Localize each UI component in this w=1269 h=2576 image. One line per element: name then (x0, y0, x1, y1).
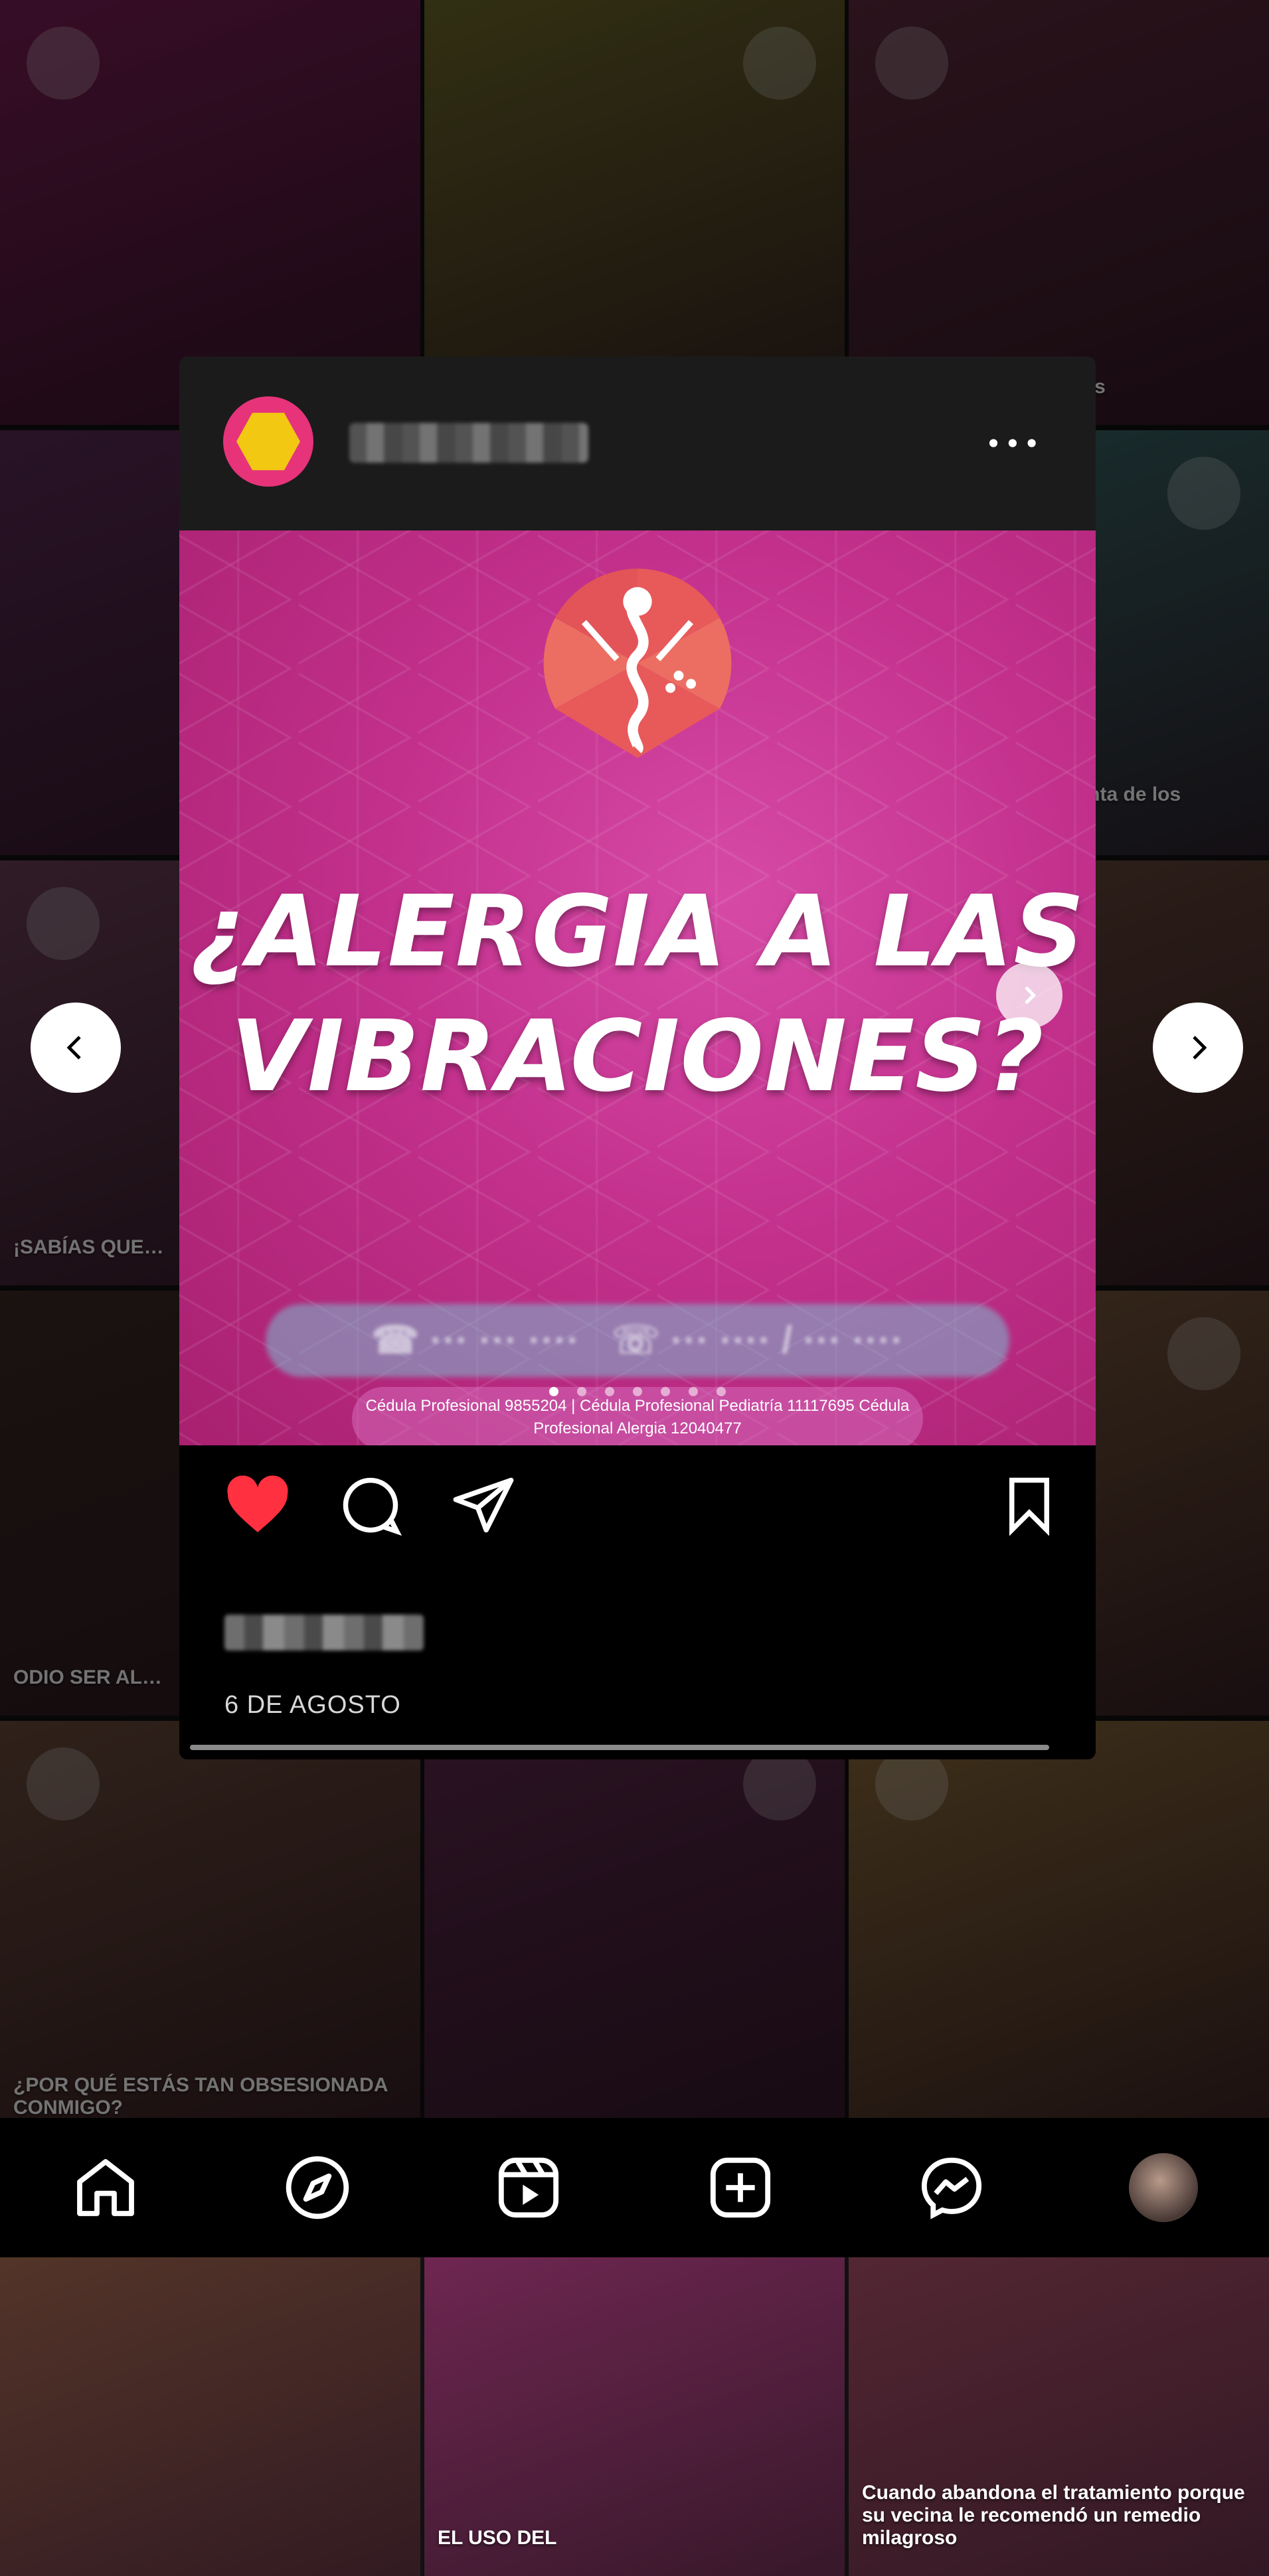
comment-button[interactable] (336, 1471, 405, 1540)
heart-icon (227, 1475, 288, 1532)
carousel-dot (605, 1387, 614, 1396)
chevron-left-icon (66, 1036, 81, 1060)
carousel-indicator (179, 1387, 1096, 1400)
reels-icon (499, 2157, 559, 2218)
post-actions (179, 1445, 1096, 1538)
save-button[interactable] (995, 1471, 1064, 1540)
contact-numbers-blurred: ☎ ··· ··· ···· ☏ ··· ···· / ··· ···· (371, 1319, 904, 1362)
account-username-blurred[interactable] (349, 423, 588, 463)
clinic-logo (543, 568, 732, 758)
carousel-dot (717, 1387, 726, 1396)
post-headline: ¿ALERGIA A LAS VIBRACIONES? (190, 874, 1085, 1113)
next-post-button[interactable] (1153, 1003, 1243, 1093)
carousel-dot (577, 1387, 586, 1396)
post-header: ••• (179, 357, 1096, 530)
nav-messenger[interactable] (915, 2151, 988, 2224)
share-button[interactable] (449, 1471, 518, 1540)
carousel-dot (661, 1387, 670, 1396)
share-icon (453, 1477, 514, 1533)
nav-reels[interactable] (492, 2151, 565, 2224)
profile-avatar (1128, 2153, 1198, 2222)
chevron-right-icon (1193, 1036, 1207, 1060)
create-icon (710, 2157, 770, 2218)
messenger-icon (922, 2157, 982, 2219)
post-date: 6 DE AGOSTO (224, 1691, 401, 1719)
carousel-next-button[interactable] (996, 962, 1062, 1028)
nav-create[interactable] (704, 2151, 777, 2224)
likes-count-blurred[interactable] (224, 1615, 424, 1650)
explore-icon (286, 2156, 349, 2219)
carousel-dot (633, 1387, 642, 1396)
bottom-navigation-bar (0, 2118, 1269, 2257)
more-options-icon[interactable]: ••• (985, 430, 1043, 458)
chevron-right-icon (1025, 986, 1037, 1005)
nav-home[interactable] (69, 2151, 142, 2224)
tile-caption: EL USO DEL (438, 2527, 557, 2549)
comment-icon (343, 1477, 402, 1536)
previous-post-button[interactable] (31, 1003, 121, 1093)
bookmark-icon (1009, 1477, 1049, 1536)
tile-caption: Cuando abandona el tratamiento porque su… (862, 2482, 1245, 2549)
carousel-dot (549, 1387, 558, 1396)
post-modal: ••• ¿ALERGIA A LAS VIBRACIONES? ☎ ··· ··… (179, 357, 1096, 1759)
home-icon (77, 2159, 135, 2216)
nav-explore[interactable] (281, 2151, 354, 2224)
post-media[interactable]: ¿ALERGIA A LAS VIBRACIONES? ☎ ··· ··· ··… (179, 530, 1096, 1445)
like-button[interactable] (223, 1471, 292, 1540)
account-avatar[interactable] (223, 396, 313, 487)
carousel-dot (689, 1387, 698, 1396)
scroll-progress-bar (190, 1745, 1049, 1750)
nav-profile[interactable] (1127, 2151, 1200, 2224)
